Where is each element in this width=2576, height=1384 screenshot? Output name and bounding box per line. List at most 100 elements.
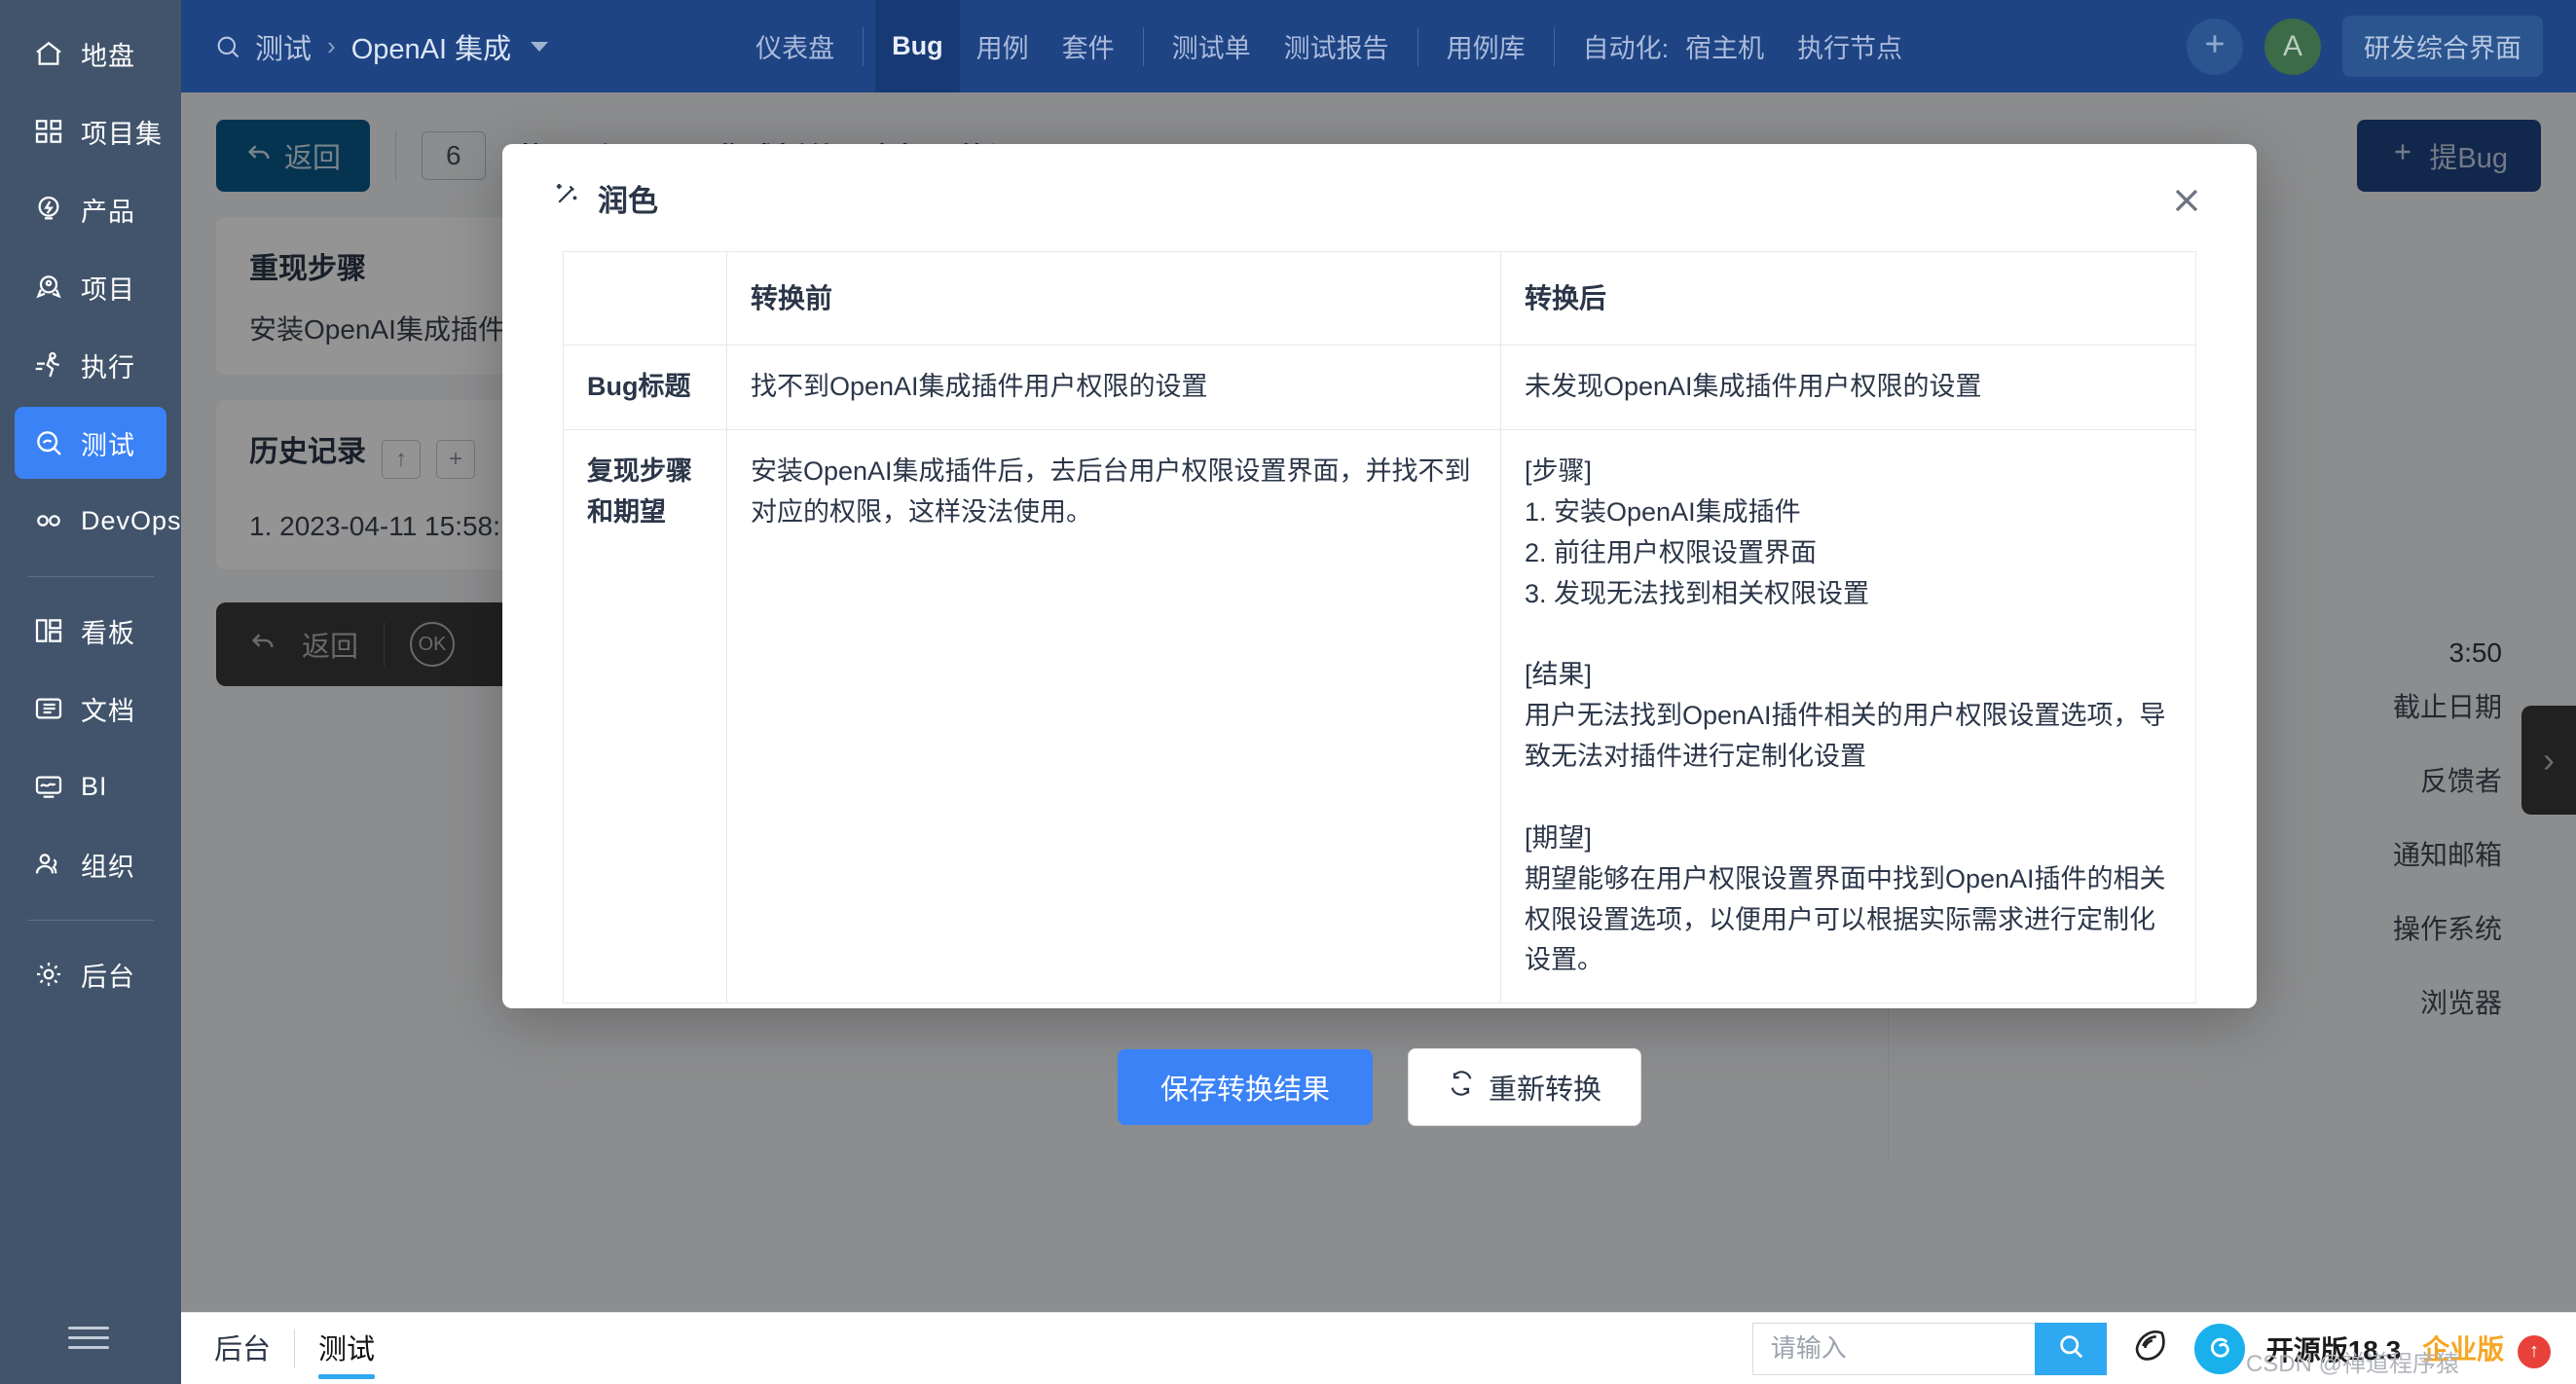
automation-label: 自动化: bbox=[1582, 34, 1670, 63]
sidebar-item-label: 产品 bbox=[81, 197, 135, 227]
table-header-blank bbox=[563, 250, 727, 346]
sidebar-item-devops[interactable]: DevOps bbox=[15, 485, 181, 557]
nav-divider bbox=[863, 26, 865, 66]
magnifier-icon bbox=[214, 33, 241, 60]
home-icon bbox=[32, 37, 65, 70]
rocket-icon bbox=[32, 271, 65, 304]
hamburger-icon[interactable] bbox=[68, 1318, 113, 1357]
tab-测试单[interactable]: 测试单 bbox=[1156, 0, 1268, 92]
gear-icon bbox=[32, 958, 65, 991]
nav-divider bbox=[1417, 26, 1418, 66]
topbar: 测试 › OpenAI 集成 仪表盘 Bug 用例 套件 测试单 测试报告 用例… bbox=[181, 0, 2576, 92]
cell-before-bug-title: 找不到OpenAI集成插件用户权限的设置 bbox=[726, 345, 1501, 431]
tab-用例[interactable]: 用例 bbox=[960, 0, 1046, 92]
save-button[interactable]: 保存转换结果 bbox=[1117, 1049, 1373, 1126]
sidebar-item-项目集[interactable]: 项目集 bbox=[15, 95, 166, 167]
cell-after-steps: [步骤] 1. 安装OpenAI集成插件 2. 前往用户权限设置界面 3. 发现… bbox=[1500, 429, 2196, 1004]
bottom-item-后台[interactable]: 后台 bbox=[214, 1327, 271, 1371]
sidebar-item-label: 组织 bbox=[81, 852, 135, 882]
users-icon bbox=[32, 848, 65, 881]
sidebar-item-产品[interactable]: 产品 bbox=[15, 173, 166, 245]
tab-仪表盘[interactable]: 仪表盘 bbox=[739, 0, 851, 92]
bottom-divider bbox=[294, 1329, 296, 1368]
sidebar-item-文档[interactable]: 文档 bbox=[15, 673, 166, 745]
document-icon bbox=[32, 692, 65, 725]
bulb-icon bbox=[32, 193, 65, 226]
modal-title: 润色 bbox=[598, 183, 658, 218]
tab-执行节点[interactable]: 执行节点 bbox=[1781, 0, 1919, 92]
search-button[interactable] bbox=[2034, 1322, 2107, 1375]
cell-before-steps: 安装OpenAI集成插件后，去后台用户权限设置界面，并找不到对应的权限，这样没法… bbox=[726, 429, 1501, 1004]
nav-tabs: 仪表盘 Bug 用例 套件 测试单 测试报告 用例库 自动化: 宿主机 执行节点 bbox=[739, 0, 1919, 92]
nav-divider bbox=[1142, 26, 1144, 66]
sidebar-item-label: 地盘 bbox=[81, 41, 135, 71]
breadcrumb: 测试 › OpenAI 集成 bbox=[214, 26, 549, 67]
sidebar-item-label: BI bbox=[81, 771, 108, 801]
table-header-row: 转换前 转换后 bbox=[563, 250, 2196, 346]
grid-icon bbox=[32, 115, 65, 148]
cell-after-bug-title: 未发现OpenAI集成插件用户权限的设置 bbox=[1500, 345, 2196, 431]
retry-button[interactable]: 重新转换 bbox=[1408, 1048, 1642, 1127]
refresh-icon bbox=[1448, 1070, 1475, 1105]
tab-bug[interactable]: Bug bbox=[875, 0, 960, 92]
topbar-actions: A 研发综合界面 bbox=[2187, 16, 2543, 77]
workspace-button[interactable]: 研发综合界面 bbox=[2342, 16, 2543, 77]
modal-title-group: 润色 bbox=[553, 176, 658, 220]
conch-icon[interactable] bbox=[2128, 1324, 2173, 1373]
sidebar-item-label: 测试 bbox=[81, 430, 135, 460]
chevron-down-icon[interactable] bbox=[531, 41, 549, 52]
sidebar-item-label: 文档 bbox=[81, 696, 135, 726]
chart-icon bbox=[32, 770, 65, 803]
sidebar-item-组织[interactable]: 组织 bbox=[15, 828, 166, 900]
table-row: Bug标题 找不到OpenAI集成插件用户权限的设置 未发现OpenAI集成插件… bbox=[563, 345, 2196, 431]
sidebar-item-label: 看板 bbox=[81, 618, 135, 648]
plus-icon bbox=[2200, 29, 2229, 63]
sidebar-item-label: 执行 bbox=[81, 352, 135, 382]
infinity-icon bbox=[32, 504, 65, 537]
row-label-bug-title: Bug标题 bbox=[563, 345, 727, 431]
retry-button-label: 重新转换 bbox=[1489, 1074, 1602, 1107]
tab-套件[interactable]: 套件 bbox=[1046, 0, 1131, 92]
sidebar-divider-2 bbox=[27, 920, 154, 921]
sidebar-item-看板[interactable]: 看板 bbox=[15, 595, 166, 667]
avatar-initial: A bbox=[2282, 29, 2302, 62]
sidebar: 地盘 项目集 产品 项目 执行 测试 DevOps 看板 文档 BI 组织 后台 bbox=[0, 0, 181, 1384]
runner-icon bbox=[32, 348, 65, 382]
sidebar-item-label: 项目集 bbox=[81, 119, 163, 149]
avatar[interactable]: A bbox=[2264, 18, 2321, 75]
kanban-icon bbox=[32, 614, 65, 647]
zentao-logo bbox=[2193, 1323, 2245, 1374]
sidebar-divider-1 bbox=[27, 576, 154, 577]
table-header-after: 转换后 bbox=[1500, 250, 2196, 346]
sidebar-item-label: 后台 bbox=[81, 962, 135, 992]
sidebar-item-label: 项目 bbox=[81, 274, 135, 305]
breadcrumb-root[interactable]: 测试 bbox=[255, 26, 312, 67]
table-row: 复现步骤和期望 安装OpenAI集成插件后，去后台用户权限设置界面，并找不到对应… bbox=[563, 429, 2196, 1004]
polish-modal: 润色 转换前 转换后 Bug标题 找不到OpenAI集成插件用户权限的设置 未发… bbox=[502, 144, 2257, 1127]
close-icon[interactable] bbox=[2167, 181, 2206, 220]
search-input[interactable] bbox=[1751, 1322, 2035, 1375]
comparison-table: 转换前 转换后 Bug标题 找不到OpenAI集成插件用户权限的设置 未发现Op… bbox=[563, 250, 2196, 1004]
bottom-bar: 后台 测试 请输入 开源版18.3 企业版 ↑ bbox=[181, 1312, 2576, 1384]
arrow-up-circle-icon: ↑ bbox=[2518, 1334, 2551, 1368]
bottom-item-测试[interactable]: 测试 bbox=[318, 1327, 376, 1379]
sidebar-item-测试[interactable]: 测试 bbox=[15, 407, 166, 479]
watermark: CSDN @禅道程序猿 bbox=[2245, 1351, 2459, 1377]
breadcrumb-current[interactable]: OpenAI 集成 bbox=[351, 26, 511, 67]
search-icon bbox=[2056, 1331, 2085, 1366]
modal-actions: 保存转换结果 重新转换 bbox=[563, 1048, 2196, 1127]
sidebar-item-地盘[interactable]: 地盘 bbox=[15, 18, 166, 90]
table-header-before: 转换前 bbox=[726, 250, 1501, 346]
tab-用例库[interactable]: 用例库 bbox=[1430, 0, 1542, 92]
sidebar-item-执行[interactable]: 执行 bbox=[15, 329, 166, 401]
search-box bbox=[1751, 1322, 2107, 1375]
sidebar-item-项目[interactable]: 项目 bbox=[15, 251, 166, 323]
tab-测试报告[interactable]: 测试报告 bbox=[1268, 0, 1406, 92]
sidebar-item-bi[interactable]: BI bbox=[15, 750, 166, 822]
tab-宿主机[interactable]: 宿主机 bbox=[1669, 0, 1781, 92]
sidebar-item-后台[interactable]: 后台 bbox=[15, 938, 166, 1010]
sidebar-item-label: DevOps bbox=[81, 505, 182, 535]
nav-divider bbox=[1553, 26, 1555, 66]
row-label-steps: 复现步骤和期望 bbox=[563, 429, 727, 1004]
add-button[interactable] bbox=[2187, 18, 2243, 75]
